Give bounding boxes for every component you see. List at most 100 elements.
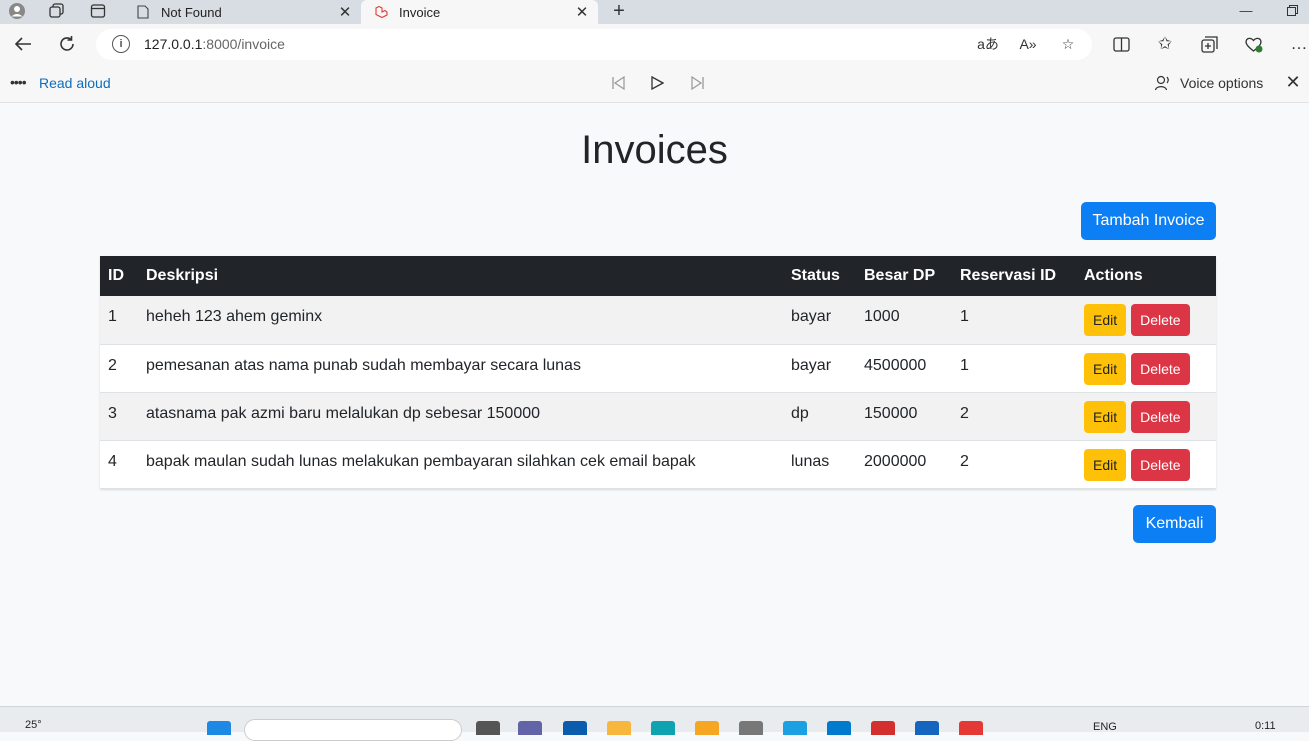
table-row: 2 pemesanan atas nama punab sudah membay… [100, 344, 1216, 392]
tab-title: Invoice [399, 4, 441, 20]
edit-button[interactable]: Edit [1084, 400, 1127, 433]
edit-button[interactable]: Edit [1084, 448, 1127, 481]
voice-options-button[interactable]: Voice options [1154, 74, 1263, 92]
table-row: 4 bapak maulan sudah lunas melakukan pem… [100, 440, 1216, 488]
close-tab-icon[interactable]: ✕ [335, 3, 355, 21]
add-invoice-button[interactable]: Tambah Invoice [1081, 202, 1216, 240]
app-icon[interactable] [915, 721, 939, 735]
app-icon[interactable] [783, 721, 807, 735]
cell-id: 3 [108, 404, 117, 422]
more-menu-icon[interactable]: … [1286, 32, 1309, 56]
refresh-icon[interactable] [54, 32, 80, 56]
delete-button[interactable]: Delete [1131, 304, 1190, 336]
minimize-icon[interactable]: — [1231, 0, 1261, 20]
edit-button[interactable]: Edit [1084, 304, 1127, 336]
invoice-table: ID Deskripsi Status Besar DP Reservasi I… [100, 256, 1216, 489]
page-title: Invoices [581, 128, 728, 172]
table-header-row: ID Deskripsi Status Besar DP Reservasi I… [100, 256, 1216, 296]
clock[interactable]: 0:11 [1255, 720, 1276, 732]
app-icon[interactable] [959, 721, 983, 735]
previous-paragraph-icon[interactable] [607, 73, 629, 93]
read-aloud-icon[interactable]: A» [1016, 33, 1040, 55]
laravel-icon [373, 4, 389, 20]
cell-actions: Edit Delete [1076, 392, 1216, 440]
cell-actions: Edit Delete [1076, 440, 1216, 488]
cell-deskripsi: heheh 123 ahem geminx [146, 308, 323, 325]
language-indicator[interactable]: ENG [1093, 721, 1117, 733]
cell-deskripsi: atasnama pak azmi baru melalukan dp sebe… [146, 404, 541, 422]
collections-icon[interactable] [1196, 32, 1222, 56]
cell-besar-dp: 1000 [864, 308, 900, 325]
cell-deskripsi: bapak maulan sudah lunas melakukan pemba… [146, 452, 696, 470]
favorites-icon[interactable]: ✩ [1152, 32, 1178, 56]
edit-button[interactable]: Edit [1084, 352, 1127, 385]
browser-toolbar: i 127.0.0.1:8000/invoice aあ A» ☆ ✩ … [0, 24, 1309, 64]
split-screen-icon[interactable] [1108, 32, 1134, 56]
translate-icon[interactable]: aあ [976, 33, 1000, 55]
tab-strip: Not Found ✕ Invoice ✕ + — [0, 0, 1309, 24]
start-icon[interactable] [207, 721, 231, 735]
browser-essentials-icon[interactable] [1240, 32, 1266, 56]
header-status: Status [791, 267, 840, 284]
tab-invoice[interactable]: Invoice ✕ [361, 0, 598, 24]
cell-status: dp [791, 404, 809, 422]
header-reservasi-id: Reservasi ID [960, 267, 1057, 284]
task-view-icon[interactable] [476, 721, 500, 735]
close-read-aloud-icon[interactable]: ✕ [1283, 72, 1303, 92]
table-row: 3 atasnama pak azmi baru melalukan dp se… [100, 392, 1216, 440]
cell-besar-dp: 150000 [864, 404, 918, 422]
site-info-icon[interactable]: i [112, 35, 130, 53]
cell-reservasi-id: 2 [960, 404, 969, 422]
cell-status: bayar [791, 356, 832, 374]
back-button[interactable]: Kembali [1133, 505, 1216, 543]
cell-besar-dp: 4500000 [864, 356, 927, 374]
edge-icon[interactable] [651, 721, 675, 735]
app-icon[interactable] [695, 721, 719, 735]
workspaces-icon[interactable] [46, 1, 68, 21]
next-paragraph-icon[interactable] [687, 73, 709, 93]
cell-reservasi-id: 1 [960, 356, 969, 374]
chrome-icon[interactable] [871, 721, 895, 735]
app-icon[interactable] [739, 721, 763, 735]
address-bar[interactable]: i 127.0.0.1:8000/invoice aあ A» ☆ [96, 29, 1092, 60]
cell-id: 4 [108, 452, 117, 470]
voice-icon [1154, 75, 1169, 91]
cell-status: bayar [791, 308, 832, 325]
tab-not-found[interactable]: Not Found ✕ [123, 0, 361, 24]
profile-icon[interactable] [6, 1, 28, 21]
back-icon[interactable] [10, 32, 36, 56]
header-deskripsi: Deskripsi [146, 267, 219, 284]
cell-reservasi-id: 1 [960, 308, 969, 325]
restore-icon[interactable] [1277, 0, 1307, 20]
voice-options-label: Voice options [1180, 75, 1264, 91]
new-tab-icon[interactable]: + [608, 0, 630, 22]
delete-button[interactable]: Delete [1131, 448, 1190, 481]
weather-widget[interactable]: 25° [25, 719, 42, 731]
delete-button[interactable]: Delete [1131, 352, 1190, 385]
store-icon[interactable] [563, 721, 587, 735]
tab-actions-icon[interactable] [87, 1, 109, 21]
cell-id: 2 [108, 356, 117, 374]
read-aloud-menu-icon[interactable]: •••• [10, 74, 27, 90]
read-aloud-label[interactable]: Read aloud [39, 75, 111, 91]
header-actions: Actions [1084, 267, 1143, 284]
taskbar: 25° ENG 0:11 [0, 706, 1309, 741]
page-content: Invoices Tambah Invoice ID Deskripsi Sta… [0, 104, 1309, 706]
favorite-star-icon[interactable]: ☆ [1056, 33, 1080, 55]
taskbar-search[interactable] [244, 719, 462, 741]
url-text: 127.0.0.1:8000/invoice [144, 36, 285, 52]
play-icon[interactable] [646, 73, 668, 93]
close-tab-icon[interactable]: ✕ [572, 3, 592, 21]
cell-actions: Edit Delete [1076, 344, 1216, 392]
delete-button[interactable]: Delete [1131, 400, 1190, 433]
cell-deskripsi: pemesanan atas nama punab sudah membayar… [146, 356, 581, 374]
teams-icon[interactable] [518, 721, 542, 735]
tab-title: Not Found [161, 4, 222, 20]
cell-reservasi-id: 2 [960, 452, 969, 470]
cell-besar-dp: 2000000 [864, 452, 927, 470]
cell-id: 1 [108, 308, 117, 325]
table-row: 1 heheh 123 ahem geminx bayar 1000 1 Edi… [100, 296, 1216, 344]
header-id: ID [108, 267, 124, 284]
vscode-icon[interactable] [827, 721, 851, 735]
file-explorer-icon[interactable] [607, 721, 631, 735]
